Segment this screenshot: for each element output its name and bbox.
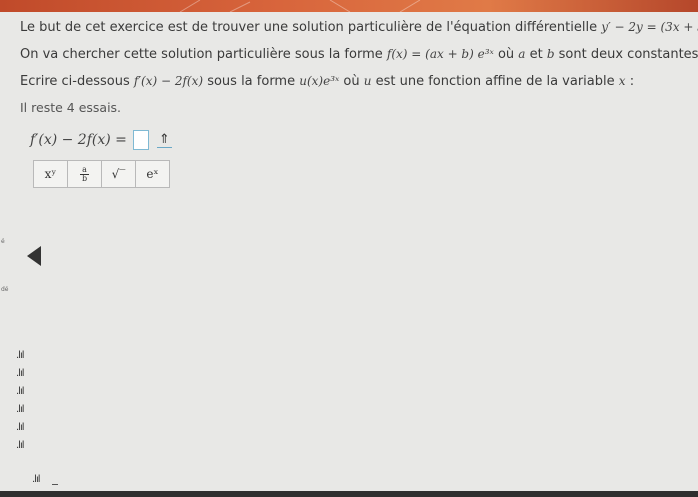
statement-text: sont deux constantes. <box>558 47 698 62</box>
fraction-button[interactable]: a b <box>68 161 102 187</box>
sqrt-button[interactable]: √‾ <box>102 161 136 187</box>
signal-bars-icon: .lıl <box>16 422 24 433</box>
variable-a: a <box>518 47 526 61</box>
expression: f′(x) − 2f(x) <box>133 74 204 88</box>
exercise-statement: Le but de cet exercice est de trouver un… <box>20 14 698 121</box>
target-form: u(x)e³ˣ <box>299 74 340 88</box>
variable-u: u <box>363 74 372 88</box>
statement-text: Ecrire ci-dessous <box>20 74 130 89</box>
fraction-denominator: b <box>81 173 88 183</box>
statement-text: où <box>343 74 360 89</box>
exp-label: eˣ <box>146 167 159 181</box>
sqrt-label: √‾ <box>111 167 126 181</box>
variable-x: x <box>618 74 626 88</box>
signal-bars-icon: .lıl <box>16 404 24 415</box>
side-label-de: dé <box>1 286 9 293</box>
statement-text: On va chercher cette solution particuliè… <box>20 47 383 62</box>
statement-line-2: On va chercher cette solution particuliè… <box>20 41 698 68</box>
header-banner <box>0 0 698 12</box>
statement-text: Le but de cet exercice est de trouver un… <box>20 20 598 35</box>
statement-line-1: Le but de cet exercice est de trouver un… <box>20 14 698 41</box>
math-toolbar: xʸ a b √‾ eˣ <box>33 160 170 188</box>
side-label: é <box>1 238 5 245</box>
signal-bars-icon: .lıl <box>16 440 24 451</box>
answer-input[interactable] <box>132 130 149 150</box>
remaining-attempts: Il reste 4 essais. <box>20 100 122 115</box>
divider <box>52 484 58 485</box>
fraction-numerator: a <box>82 164 87 174</box>
variable-b: b <box>546 47 555 61</box>
statement-text: où <box>497 47 515 62</box>
statement-text: : <box>629 74 635 89</box>
solution-form: f(x) = (ax + b) e³ˣ <box>386 47 494 61</box>
signal-bars-icon: .lıl <box>32 474 40 485</box>
equation-lhs: f′(x) − 2f(x) = <box>30 132 127 148</box>
signal-bars-icon: .lıl <box>16 386 24 397</box>
exp-button[interactable]: eˣ <box>136 161 169 187</box>
power-label: xʸ <box>44 167 57 181</box>
signal-bars-icon: .lıl <box>16 368 24 379</box>
up-arrow-icon[interactable]: ⇑ <box>156 132 172 148</box>
banner-decoration <box>179 0 421 12</box>
statement-text: sous la forme <box>207 74 296 89</box>
statement-text: et <box>529 47 543 62</box>
statement-text: est une fonction affine de la variable <box>375 74 615 89</box>
answer-row: f′(x) − 2f(x) = ⇑ <box>30 128 172 152</box>
differential-equation: y′ − 2y = (3x + 3) e³ˣ <box>601 20 698 34</box>
signal-bars-icon: .lıl <box>16 350 24 361</box>
collapse-triangle-icon[interactable] <box>27 246 41 266</box>
fraction-icon: a b <box>80 164 89 183</box>
statement-line-3: Ecrire ci-dessous f′(x) − 2f(x) sous la … <box>20 68 690 95</box>
power-button[interactable]: xʸ <box>34 161 68 187</box>
bottom-bar <box>0 491 698 497</box>
